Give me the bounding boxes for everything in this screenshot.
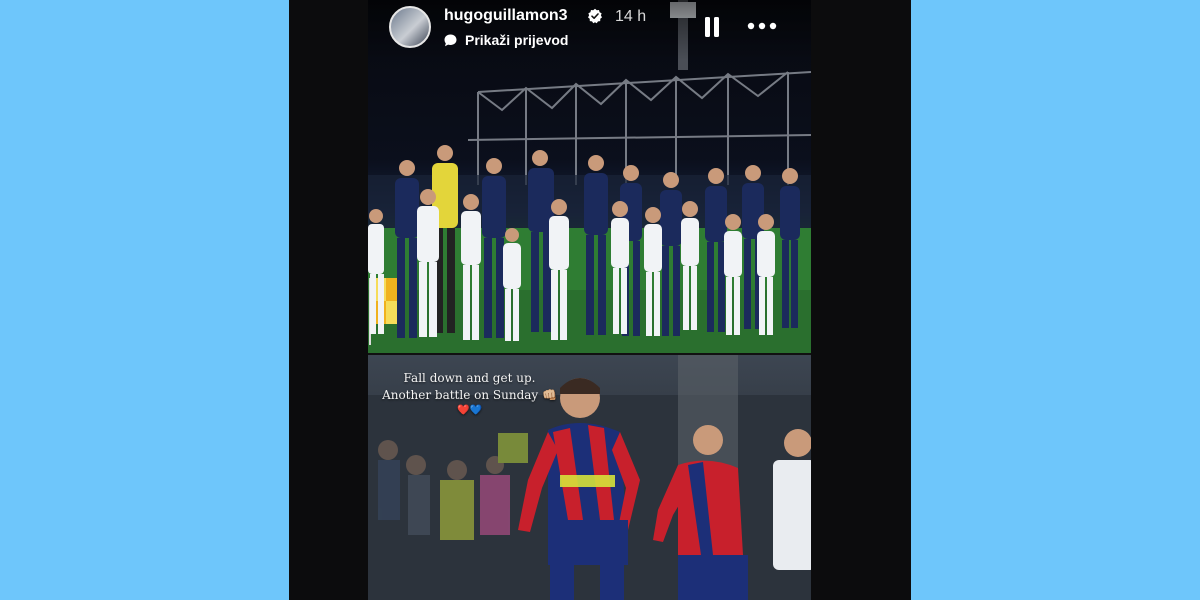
story-viewer[interactable]: Fall down and get up. Another battle on … [368, 0, 811, 600]
verified-badge-icon [588, 8, 602, 24]
story-header: hugoguillamon3 14 h Prikaži prijevod [368, 0, 811, 60]
speech-bubble-icon [444, 34, 457, 46]
story-caption: Fall down and get up. Another battle on … [368, 370, 571, 418]
caption-line-1: Fall down and get up. [403, 371, 536, 385]
username[interactable]: hugoguillamon3 [444, 7, 568, 25]
more-dots-icon[interactable] [747, 20, 777, 32]
show-translation-label: Prikaži prijevod [465, 32, 569, 48]
avatar[interactable] [389, 6, 431, 48]
caption-line-2: Another battle on Sunday 👊🏼 [382, 388, 557, 402]
pause-icon[interactable] [704, 16, 720, 38]
caption-hearts: ❤️💙 [457, 405, 482, 416]
match-action-photo: Fall down and get up. Another battle on … [368, 355, 811, 600]
post-time: 14 h [615, 8, 647, 25]
show-translation-button[interactable]: Prikaži prijevod [444, 32, 568, 48]
